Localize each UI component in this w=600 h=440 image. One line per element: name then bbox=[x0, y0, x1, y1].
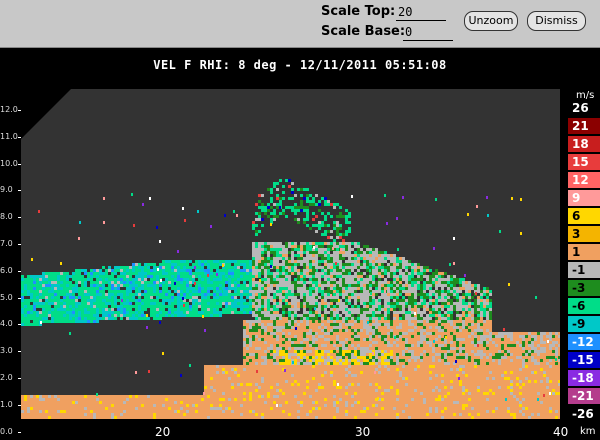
legend-swatch: 9 bbox=[568, 190, 600, 206]
toolbar: Scale Top: 20 Scale Base: 0 Unzoom Dismi… bbox=[0, 0, 600, 48]
legend-swatch: 21 bbox=[568, 118, 600, 134]
y-tick-label: 12.0 bbox=[0, 105, 18, 114]
y-tick-label: 0.0 bbox=[0, 426, 13, 436]
y-tick-label: 11.0 bbox=[0, 131, 18, 141]
y-tick-label: 7.0 bbox=[0, 239, 13, 248]
x-tick-label: 30 bbox=[355, 425, 371, 439]
x-tick-label: 40 bbox=[553, 425, 569, 439]
y-tick-label: 9.0 bbox=[0, 185, 13, 195]
legend-swatch: 6 bbox=[568, 208, 600, 224]
radar-image bbox=[21, 89, 560, 419]
plot-title: VEL F RHI: 8 deg - 12/11/2011 05:51:08 bbox=[153, 58, 447, 72]
y-tick-label: 4.0 bbox=[0, 319, 13, 329]
legend-swatch: 26 bbox=[568, 100, 600, 116]
legend-swatch: -1 bbox=[568, 262, 600, 278]
scale-top-input[interactable]: 20 bbox=[396, 4, 446, 21]
legend-swatch: -12 bbox=[568, 334, 600, 350]
legend-swatch: -9 bbox=[568, 316, 600, 332]
legend-swatch: -6 bbox=[568, 298, 600, 314]
dismiss-button[interactable]: Dismiss bbox=[527, 11, 586, 31]
legend-swatch: -3 bbox=[568, 280, 600, 296]
legend-swatch: 12 bbox=[568, 172, 600, 188]
y-tick-label: 5.0 bbox=[0, 292, 13, 302]
y-tick-mark bbox=[18, 431, 21, 433]
legend-swatch: -26 bbox=[568, 406, 600, 422]
x-tick-label: 20 bbox=[155, 425, 171, 439]
legend-swatch: -15 bbox=[568, 352, 600, 368]
x-axis-unit: km bbox=[580, 426, 596, 437]
legend-swatch: -18 bbox=[568, 370, 600, 386]
legend-swatch: -21 bbox=[568, 388, 600, 404]
y-tick-label: 2.0 bbox=[0, 373, 13, 382]
legend-swatch: 3 bbox=[568, 226, 600, 242]
y-tick-label: 8.0 bbox=[0, 212, 13, 222]
legend-swatch: 15 bbox=[568, 154, 600, 170]
y-tick-label: 1.0 bbox=[0, 399, 13, 409]
legend-swatch: 1 bbox=[568, 244, 600, 260]
scale-top-label: Scale Top: bbox=[321, 4, 396, 19]
y-tick-label: 3.0 bbox=[0, 346, 13, 356]
y-tick-label: 10.0 bbox=[0, 158, 18, 168]
y-tick-label: 6.0 bbox=[0, 265, 13, 275]
rhi-velocity-plot[interactable] bbox=[21, 89, 560, 419]
unzoom-button[interactable]: Unzoom bbox=[464, 11, 518, 31]
scale-base-label: Scale Base: bbox=[321, 24, 406, 39]
scale-base-input[interactable]: 0 bbox=[403, 24, 453, 41]
legend-swatch: 18 bbox=[568, 136, 600, 152]
